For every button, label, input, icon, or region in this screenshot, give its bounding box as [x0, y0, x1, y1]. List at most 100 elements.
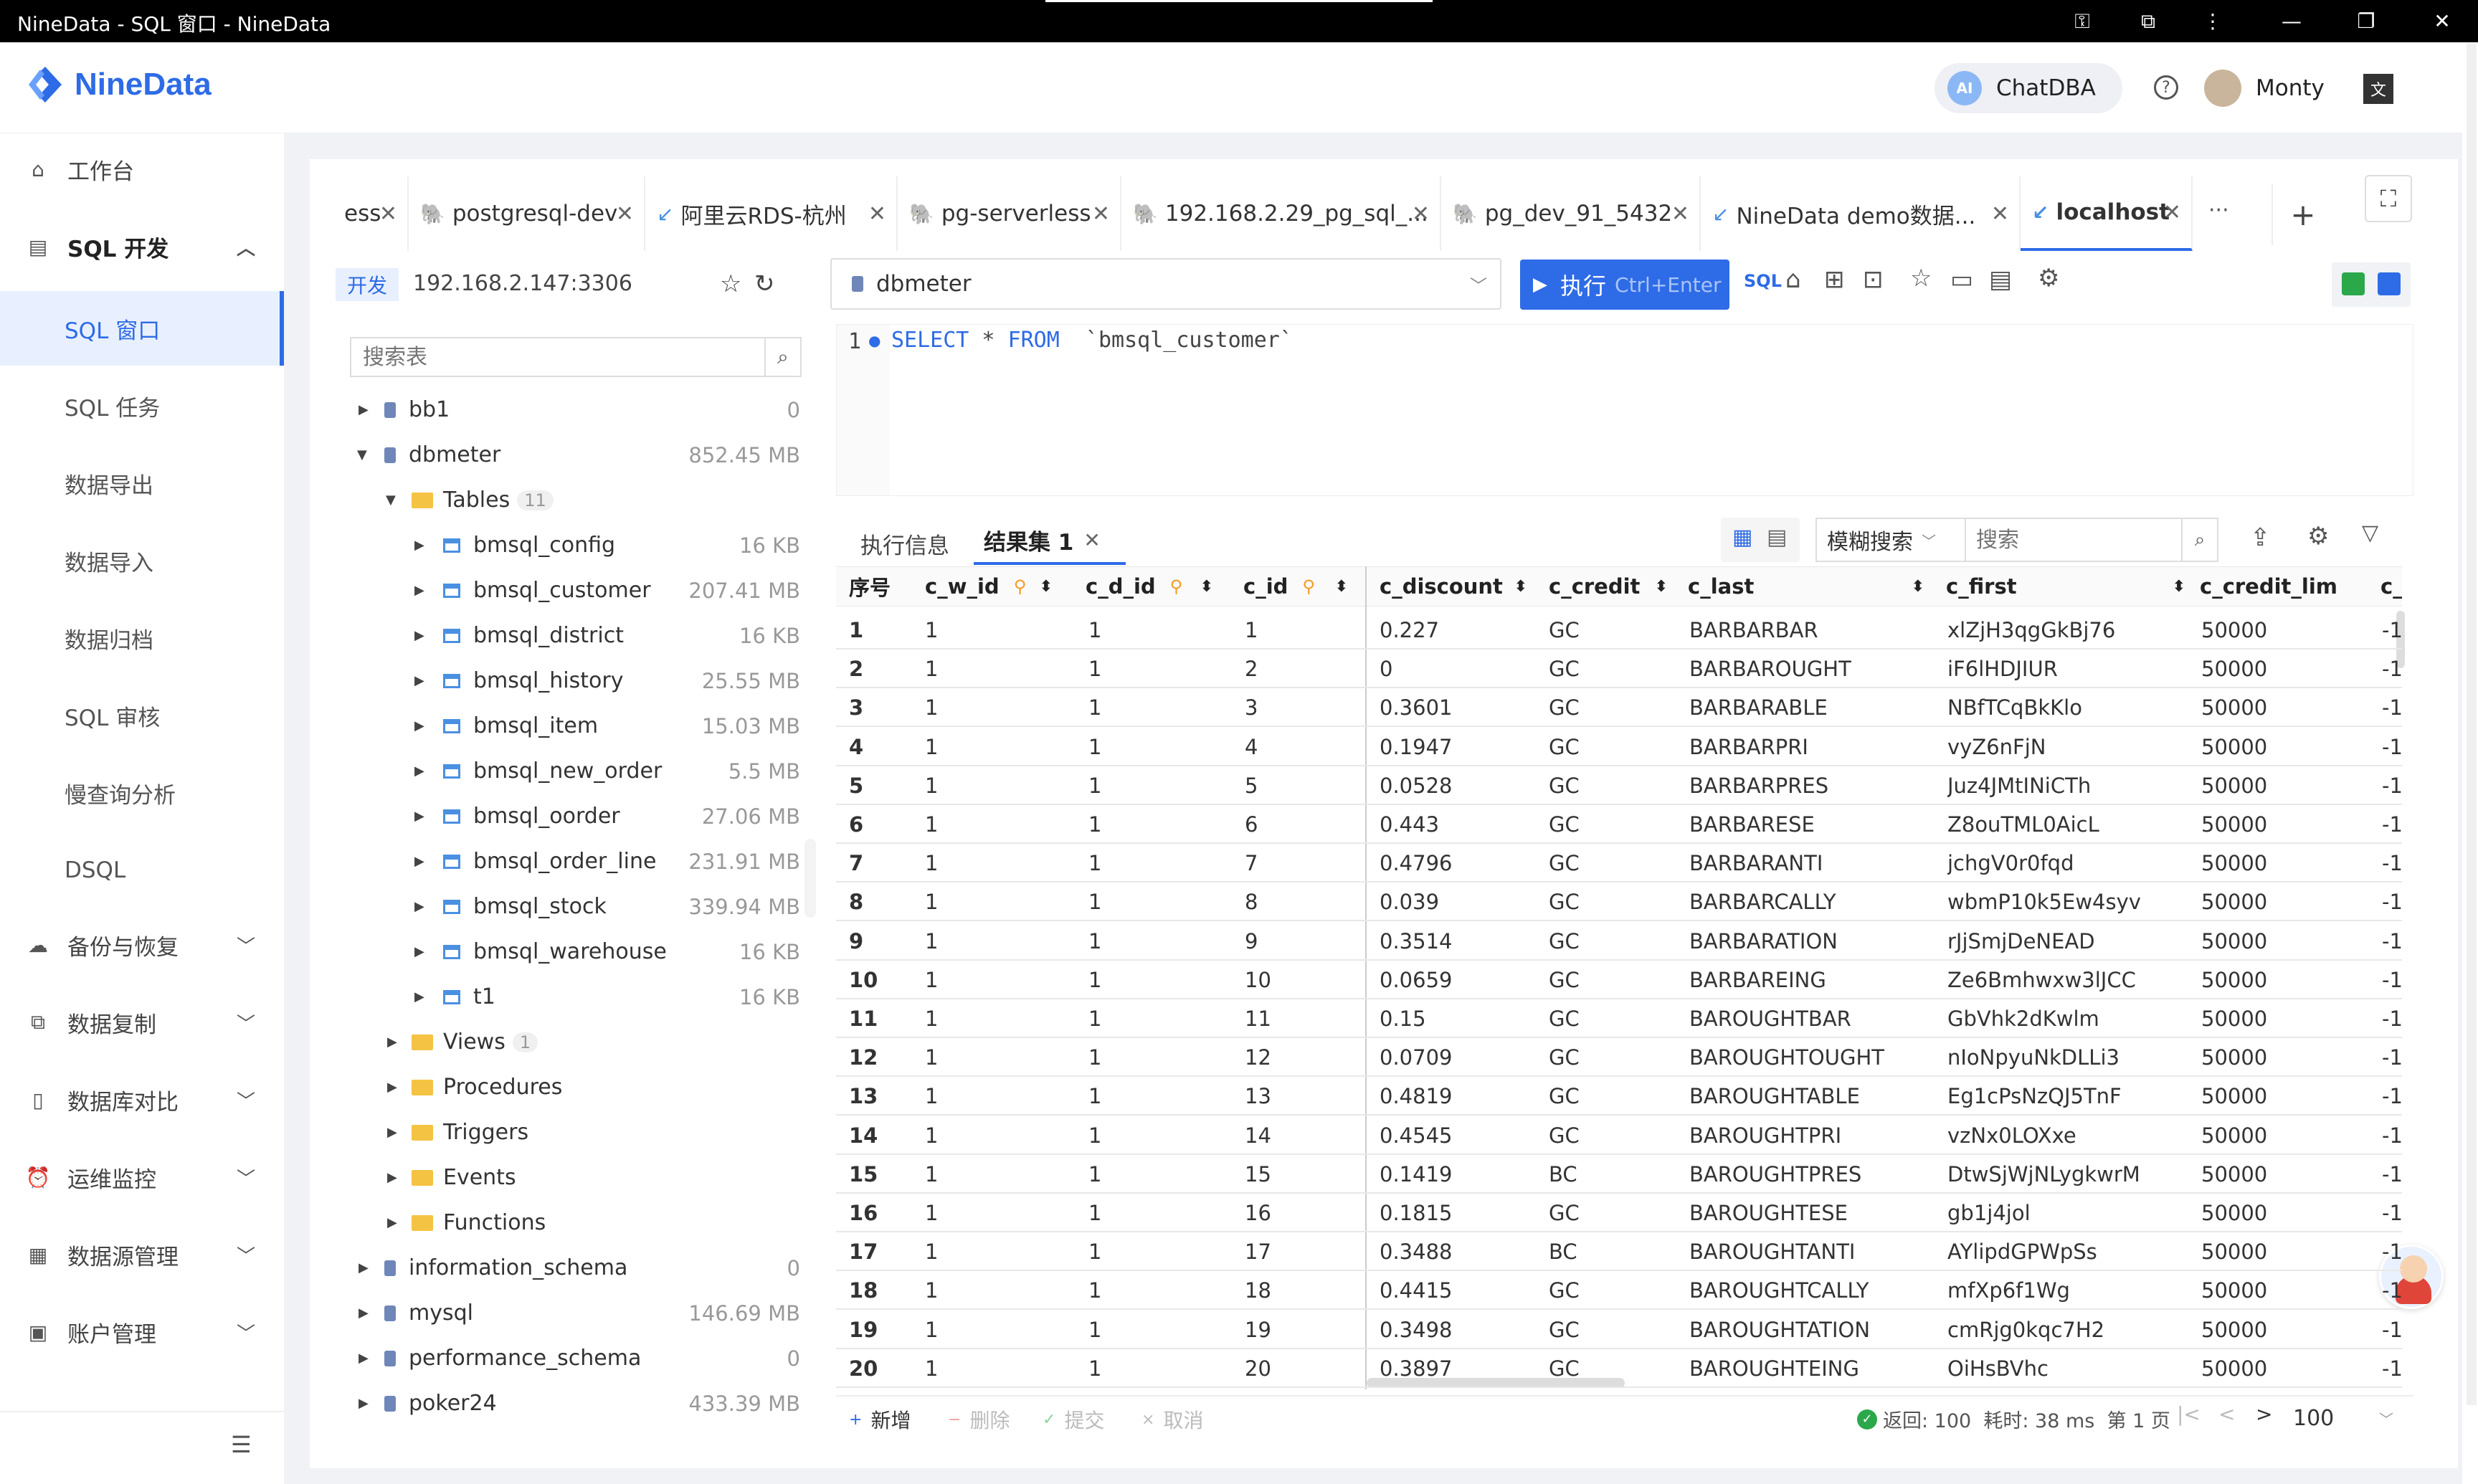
table-cell[interactable]: DtwSjWjNLygkwrM — [1947, 1155, 2191, 1194]
table-cell[interactable]: 14 — [1245, 1116, 1359, 1155]
export-icon[interactable]: ⇪ — [2250, 523, 2271, 552]
table-cell[interactable]: 18 — [1245, 1271, 1359, 1310]
maximize-icon[interactable]: ❐ — [2330, 0, 2402, 42]
col-header-c_credit[interactable]: c_credit ⬍ — [1549, 566, 1668, 607]
table-cell[interactable]: 7 — [1245, 844, 1359, 883]
tree-folder-procedures[interactable]: ▶ Procedures — [337, 1065, 800, 1110]
sidebar-item-datasource[interactable]: ▦ 数据源管理 ﹀ — [0, 1219, 284, 1290]
execute-button[interactable]: ▶ 执行 Ctrl+Enter — [1520, 260, 1729, 310]
caret-right-icon[interactable]: ▶ — [414, 854, 424, 869]
table-cell[interactable]: 4 — [1245, 728, 1359, 766]
table-cell[interactable]: mfXp6f1Wg — [1947, 1271, 2191, 1310]
table-cell[interactable]: BC — [1549, 1155, 1678, 1194]
caret-right-icon[interactable]: ▶ — [414, 583, 424, 598]
caret-right-icon[interactable]: ▶ — [359, 402, 369, 417]
row-index[interactable]: 18 — [849, 1271, 921, 1310]
table-cell[interactable]: 1 — [925, 999, 1068, 1038]
add-row-button[interactable]: + 新增 — [849, 1405, 911, 1434]
caret-right-icon[interactable]: ▶ — [414, 764, 424, 779]
table-cell[interactable]: -1 — [2382, 1038, 2403, 1077]
table-cell[interactable]: Ze6Bmhwxw3lJCC — [1947, 961, 2191, 999]
tree-folder-triggers[interactable]: ▶ Triggers — [337, 1110, 800, 1155]
caret-down-icon[interactable]: ▼ — [357, 447, 367, 462]
table-cell[interactable]: 1 — [1088, 1194, 1232, 1232]
chart-icon[interactable]: ⊡ — [1863, 265, 1884, 294]
table-cell[interactable]: -1 — [2382, 611, 2403, 650]
table-cell[interactable]: GC — [1549, 999, 1678, 1038]
table-cell[interactable]: cmRjg0kqc7H2 — [1947, 1311, 2191, 1349]
table-cell[interactable]: 6 — [1245, 805, 1359, 844]
table-cell[interactable]: 1 — [925, 611, 1068, 650]
table-cell[interactable]: 1 — [1088, 922, 1232, 961]
table-cell[interactable]: 1 — [1088, 688, 1232, 727]
row-index[interactable]: 14 — [849, 1116, 921, 1155]
caret-right-icon[interactable]: ▶ — [414, 538, 424, 553]
table-cell[interactable]: 17 — [1245, 1232, 1359, 1271]
table-cell[interactable]: 1 — [1088, 844, 1232, 883]
delete-row-button[interactable]: − 删除 — [948, 1405, 1010, 1434]
table-cell[interactable]: -1 — [2382, 922, 2403, 961]
sql-editor[interactable]: 1 ● SELECT * FROM `bmsql_customer` — [836, 324, 2413, 496]
caret-right-icon[interactable]: ▶ — [414, 673, 424, 688]
row-index[interactable]: 9 — [849, 922, 921, 961]
row-index[interactable]: 3 — [849, 688, 921, 727]
caret-right-icon[interactable]: ▶ — [414, 809, 424, 824]
table-cell[interactable]: 0.227 — [1380, 611, 1537, 650]
row-index[interactable]: 12 — [849, 1038, 921, 1077]
table-cell[interactable]: BC — [1549, 1232, 1678, 1271]
table-cell[interactable]: xlZjH3qgGkBj76 — [1947, 611, 2191, 650]
refresh-icon[interactable]: ↻ — [754, 270, 775, 298]
row-index[interactable]: 13 — [849, 1077, 921, 1116]
tree-table[interactable]: ▶ bmsql_new_order 5.5 MB — [337, 748, 800, 794]
table-cell[interactable]: 1 — [925, 844, 1068, 883]
table-cell[interactable]: 1 — [1088, 1349, 1232, 1388]
table-cell[interactable]: 1 — [1088, 1116, 1232, 1155]
mode-switch[interactable] — [2332, 262, 2411, 307]
col-header-c_last[interactable]: c_last ⬍ — [1688, 566, 1924, 607]
table-cell[interactable]: wbmP10k5Ew4syv — [1947, 883, 2191, 921]
table-cell[interactable]: AYlipdGPWpSs — [1947, 1232, 2191, 1271]
table-cell[interactable]: 1 — [925, 1155, 1068, 1194]
caret-right-icon[interactable]: ▶ — [387, 1080, 397, 1095]
caret-right-icon[interactable]: ▶ — [414, 989, 424, 1004]
table-cell[interactable]: 1 — [925, 688, 1068, 727]
table-cell[interactable]: BAROUGHTPRI — [1689, 1116, 1933, 1155]
tab-result-set-1[interactable]: 结果集 1 ✕ — [974, 518, 1126, 565]
sidebar-item-sql-dev[interactable]: ▤ SQL 开发 ︿ — [0, 211, 284, 282]
table-cell[interactable]: GC — [1549, 1271, 1678, 1310]
tree-table[interactable]: ▶ bmsql_order_line 231.91 MB — [337, 839, 800, 884]
table-cell[interactable]: 1 — [925, 1271, 1068, 1310]
sql-format-icon[interactable]: SQL — [1744, 271, 1782, 291]
table-cell[interactable]: BARBARBAR — [1689, 611, 1933, 650]
table-cell[interactable]: 0.443 — [1380, 805, 1537, 844]
tree-db-mysql[interactable]: ▶ mysql 146.69 MB — [337, 1290, 800, 1336]
table-cell[interactable]: GbVhk2dKwlm — [1947, 999, 2191, 1038]
table-cell[interactable]: BARBARESE — [1689, 805, 1933, 844]
tree-db-performance-schema[interactable]: ▶ performance_schema 0 — [337, 1336, 800, 1381]
col-header-c_credit_lim[interactable]: c_credit_lim — [2200, 566, 2359, 607]
row-index[interactable]: 6 — [849, 805, 921, 844]
sidebar-sub-sql-window[interactable]: SQL 窗口 — [0, 291, 284, 366]
table-cell[interactable]: GC — [1549, 1349, 1678, 1388]
caret-right-icon[interactable]: ▶ — [414, 628, 424, 643]
table-cell[interactable]: iF6lHDJIUR — [1947, 650, 2191, 688]
table-cell[interactable]: 1 — [925, 805, 1068, 844]
table-cell[interactable]: 1 — [925, 766, 1068, 805]
language-icon[interactable]: 文 — [2363, 74, 2393, 104]
table-cell[interactable]: 0.0528 — [1380, 766, 1537, 805]
table-cell[interactable]: -1 — [2382, 1349, 2403, 1388]
filter-icon[interactable]: ▽ — [2362, 520, 2378, 546]
tree-db-dbmeter[interactable]: ▼ dbmeter 852.45 MB — [337, 432, 800, 477]
caret-right-icon[interactable]: ▶ — [359, 1396, 369, 1411]
table-cell[interactable]: 10 — [1245, 961, 1359, 999]
caret-right-icon[interactable]: ▶ — [387, 1125, 397, 1140]
col-header-c_first[interactable]: c_first ⬍ — [1946, 566, 2185, 607]
form-view-icon[interactable]: ▤ — [1767, 525, 1787, 550]
table-cell[interactable]: 1 — [925, 1077, 1068, 1116]
table-cell[interactable]: GC — [1549, 688, 1678, 727]
caret-down-icon[interactable]: ▼ — [386, 493, 396, 508]
table-cell[interactable]: -1 — [2382, 1271, 2403, 1310]
table-cell[interactable]: 1 — [925, 728, 1068, 766]
table-cell[interactable]: BAROUGHTEING — [1689, 1349, 1933, 1388]
table-cell[interactable]: 50000 — [2201, 999, 2373, 1038]
